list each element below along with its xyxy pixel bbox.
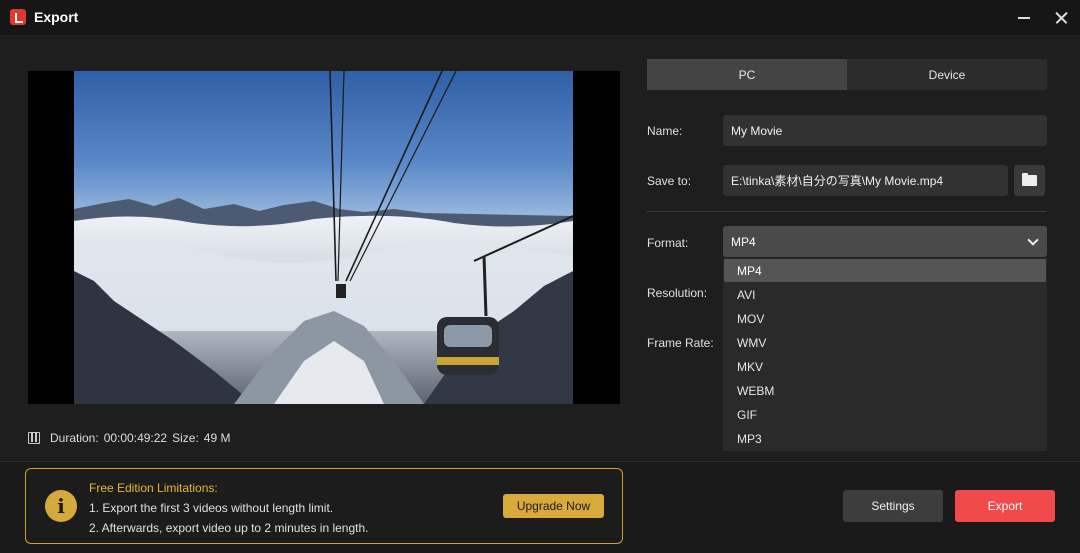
frame-rate-label: Frame Rate: <box>647 336 714 350</box>
format-option-avi[interactable]: AVI <box>724 283 1046 306</box>
title-bar: Export <box>0 0 1080 35</box>
format-option-webm[interactable]: WEBM <box>724 379 1046 402</box>
tab-pc[interactable]: PC <box>647 59 847 90</box>
size-label: Size: <box>172 431 199 445</box>
preview-info: Duration: 00:00:49:22 Size: 49 M <box>28 431 235 445</box>
chevron-down-icon <box>1027 234 1039 246</box>
duration-value: 00:00:49:22 <box>103 431 168 445</box>
notice-line-1: 1. Export the first 3 videos without len… <box>89 501 334 515</box>
notice-title: Free Edition Limitations: <box>89 481 218 495</box>
upgrade-now-button[interactable]: Upgrade Now <box>503 494 604 518</box>
divider <box>647 211 1047 212</box>
format-dropdown: MP4 AVI MOV WMV MKV WEBM GIF MP3 <box>723 258 1047 451</box>
format-option-mkv[interactable]: MKV <box>724 355 1046 378</box>
save-to-label: Save to: <box>647 174 692 188</box>
format-label: Format: <box>647 236 689 250</box>
duration-label: Duration: <box>50 431 99 445</box>
limitation-notice: i Free Edition Limitations: 1. Export th… <box>25 468 623 544</box>
minimize-icon[interactable] <box>1006 0 1042 35</box>
video-preview <box>28 71 620 404</box>
format-option-mp4[interactable]: MP4 <box>724 259 1046 282</box>
format-option-mov[interactable]: MOV <box>724 307 1046 330</box>
preview-image <box>74 71 573 404</box>
preview-scene-art <box>74 71 573 404</box>
target-tabs: PC Device <box>647 59 1047 90</box>
folder-icon[interactable] <box>1014 165 1045 196</box>
tab-device[interactable]: Device <box>847 59 1047 90</box>
name-label: Name: <box>647 124 683 138</box>
format-option-wmv[interactable]: WMV <box>724 331 1046 354</box>
format-option-gif[interactable]: GIF <box>724 403 1046 426</box>
resolution-label: Resolution: <box>647 286 708 300</box>
format-value: MP4 <box>731 234 756 249</box>
format-select[interactable]: MP4 <box>723 226 1047 257</box>
settings-button[interactable]: Settings <box>843 490 943 522</box>
notice-line-2: 2. Afterwards, export video up to 2 minu… <box>89 521 369 535</box>
name-field[interactable]: My Movie <box>723 115 1047 146</box>
export-button[interactable]: Export <box>955 490 1055 522</box>
film-icon <box>28 432 40 444</box>
window-title: Export <box>34 9 79 25</box>
info-icon: i <box>45 490 77 522</box>
size-value: 49 M <box>203 431 231 445</box>
save-path-field[interactable]: E:\tinka\素材\自分の写真\My Movie.mp4 <box>723 165 1008 196</box>
format-option-mp3[interactable]: MP3 <box>724 427 1046 450</box>
close-icon[interactable] <box>1043 0 1079 35</box>
app-logo-icon <box>10 9 26 25</box>
